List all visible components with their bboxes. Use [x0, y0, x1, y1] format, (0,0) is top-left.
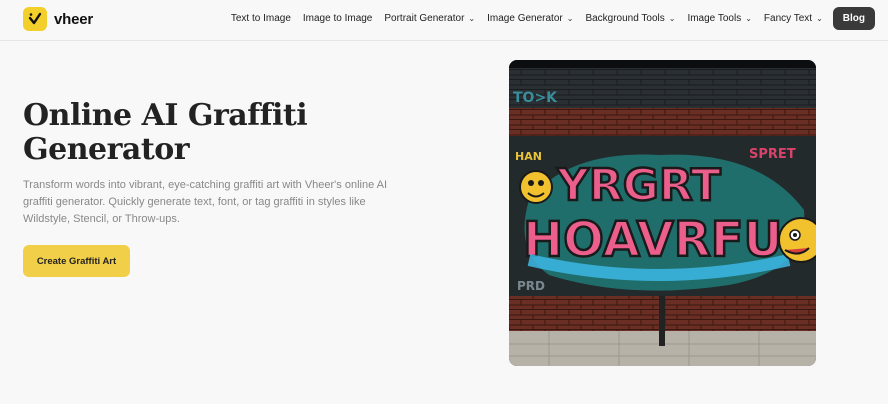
chevron-down-icon: ⌄: [668, 13, 676, 23]
nav-item-image-to-image[interactable]: Image to Image: [303, 13, 372, 24]
svg-text:PRD: PRD: [517, 279, 545, 293]
chevron-down-icon: ⌄: [816, 13, 823, 23]
blog-button[interactable]: Blog: [832, 7, 875, 30]
brand-name: vheer: [54, 10, 94, 28]
svg-text:HAN: HAN: [515, 150, 542, 163]
logo[interactable]: vheer: [23, 7, 93, 31]
nav-item-label: Image Generator: [487, 13, 563, 24]
hero-description: Transform words into vibrant, eye-catchi…: [23, 179, 388, 225]
nav-menu: Text to Image Image to Image Portrait Ge…: [219, 7, 875, 30]
nav-item-image-tools[interactable]: Image Tools ⌄: [687, 13, 751, 24]
nav-item-label: Image Tools: [687, 13, 742, 24]
svg-text:SPRET: SPRET: [749, 147, 796, 162]
nav-item-fancy-text[interactable]: Fancy Text ⌄: [764, 13, 823, 24]
chevron-down-icon: ⌄: [566, 13, 574, 23]
nav-item-label: Image to Image: [302, 13, 373, 24]
vheer-logo-icon: [23, 7, 47, 31]
page-title: Online AI Graffiti Generator: [23, 98, 308, 167]
chevron-down-icon: ⌄: [468, 13, 476, 23]
chevron-down-icon: ⌄: [745, 13, 752, 23]
svg-text:TO>K: TO>K: [513, 90, 558, 106]
nav-item-image-generator[interactable]: Image Generator ⌄: [487, 13, 573, 24]
top-nav: vheer Text to Image Image to Image Portr…: [0, 0, 888, 41]
svg-text:HOAVRFU: HOAVRFU: [523, 212, 782, 268]
create-graffiti-art-button[interactable]: Create Graffiti Art: [23, 245, 130, 277]
nav-item-label: Portrait Generator: [384, 13, 465, 24]
nav-item-text-to-image[interactable]: Text to Image: [231, 13, 291, 24]
nav-item-label: Text to Image: [230, 13, 291, 24]
nav-item-label: Fancy Text: [763, 13, 813, 24]
nav-item-label: Background Tools: [585, 13, 665, 24]
nav-item-background-tools[interactable]: Background Tools ⌄: [585, 13, 675, 24]
nav-item-portrait-generator[interactable]: Portrait Generator ⌄: [384, 13, 475, 24]
svg-text:YRGRT: YRGRT: [556, 160, 721, 211]
graffiti-wall-image: TO>K SPRET HAN YRGRT HOAVRFU PRD: [509, 60, 816, 366]
